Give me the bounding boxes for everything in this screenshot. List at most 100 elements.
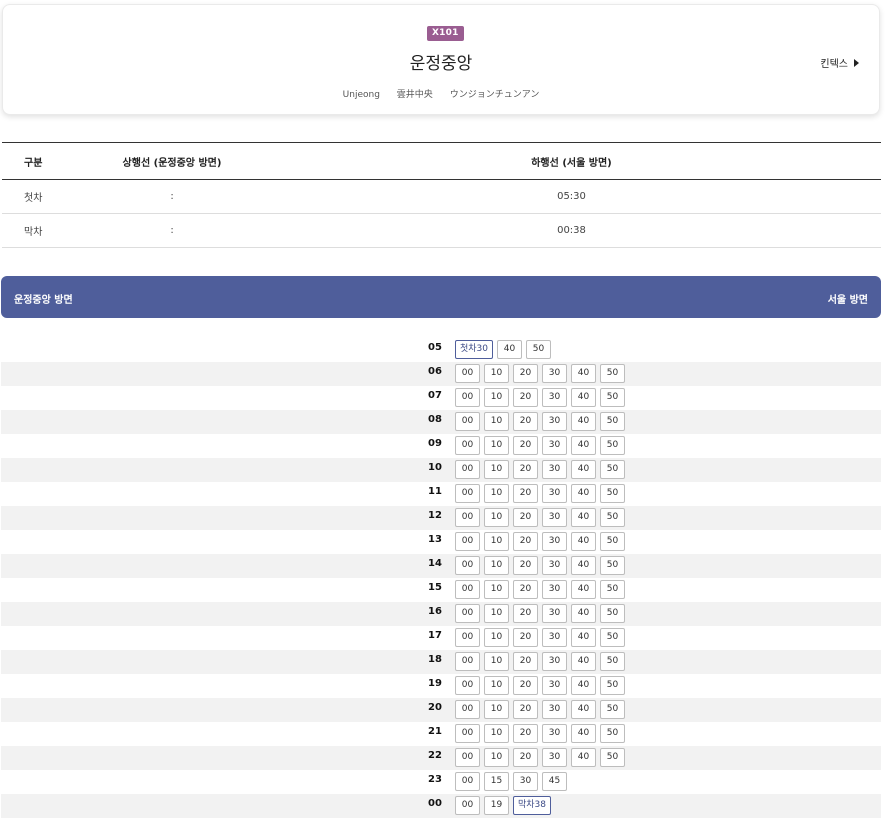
minute-box-special[interactable]: 막차38	[513, 796, 552, 815]
minute-box[interactable]: 40	[571, 532, 596, 551]
minute-box[interactable]: 50	[600, 580, 625, 599]
minute-box[interactable]: 10	[484, 508, 509, 527]
minute-box[interactable]: 20	[513, 556, 538, 575]
minute-box[interactable]: 40	[571, 580, 596, 599]
minute-box[interactable]: 30	[542, 556, 567, 575]
minute-box[interactable]: 10	[484, 748, 509, 767]
minute-box[interactable]: 00	[455, 436, 480, 455]
minute-box[interactable]: 50	[600, 484, 625, 503]
minute-box[interactable]: 50	[600, 652, 625, 671]
minute-box[interactable]: 40	[571, 652, 596, 671]
minute-box[interactable]: 50	[600, 460, 625, 479]
minute-box[interactable]: 00	[455, 772, 480, 791]
minute-box[interactable]: 50	[600, 724, 625, 743]
minute-box[interactable]: 40	[571, 628, 596, 647]
minute-box[interactable]: 30	[542, 604, 567, 623]
minute-box[interactable]: 20	[513, 580, 538, 599]
minute-box[interactable]: 20	[513, 460, 538, 479]
minute-box[interactable]: 50	[600, 388, 625, 407]
minute-box[interactable]: 20	[513, 388, 538, 407]
minute-box[interactable]: 20	[513, 508, 538, 527]
minute-box[interactable]: 00	[455, 604, 480, 623]
minute-box[interactable]: 10	[484, 532, 509, 551]
minute-box[interactable]: 10	[484, 484, 509, 503]
minute-box[interactable]: 20	[513, 364, 538, 383]
minute-box[interactable]: 30	[542, 628, 567, 647]
minute-box[interactable]: 00	[455, 484, 480, 503]
minute-box[interactable]: 40	[571, 508, 596, 527]
minute-box[interactable]: 30	[542, 460, 567, 479]
minute-box[interactable]: 30	[542, 676, 567, 695]
minute-box[interactable]: 10	[484, 436, 509, 455]
minute-box[interactable]: 00	[455, 532, 480, 551]
minute-box[interactable]: 00	[455, 460, 480, 479]
minute-box[interactable]: 20	[513, 676, 538, 695]
minute-box[interactable]: 50	[600, 532, 625, 551]
minute-box[interactable]: 30	[542, 724, 567, 743]
minute-box[interactable]: 10	[484, 604, 509, 623]
minute-box[interactable]: 10	[484, 460, 509, 479]
minute-box[interactable]: 50	[600, 700, 625, 719]
minute-box[interactable]: 50	[600, 676, 625, 695]
minute-box[interactable]: 50	[600, 412, 625, 431]
minute-box[interactable]: 10	[484, 556, 509, 575]
minute-box[interactable]: 40	[571, 388, 596, 407]
minute-box[interactable]: 40	[571, 724, 596, 743]
minute-box[interactable]: 19	[484, 796, 509, 815]
minute-box[interactable]: 30	[542, 508, 567, 527]
minute-box[interactable]: 30	[513, 772, 538, 791]
minute-box[interactable]: 00	[455, 388, 480, 407]
minute-box[interactable]: 10	[484, 700, 509, 719]
minute-box[interactable]: 30	[542, 748, 567, 767]
minute-box[interactable]: 40	[571, 676, 596, 695]
minute-box[interactable]: 20	[513, 532, 538, 551]
minute-box[interactable]: 40	[571, 412, 596, 431]
minute-box[interactable]: 40	[571, 604, 596, 623]
minute-box[interactable]: 50	[600, 508, 625, 527]
minute-box[interactable]: 10	[484, 676, 509, 695]
minute-box[interactable]: 40	[571, 700, 596, 719]
minute-box[interactable]: 40	[571, 460, 596, 479]
minute-box[interactable]: 30	[542, 652, 567, 671]
minute-box[interactable]: 30	[542, 364, 567, 383]
minute-box[interactable]: 50	[600, 604, 625, 623]
minute-box[interactable]: 20	[513, 724, 538, 743]
minute-box[interactable]: 10	[484, 412, 509, 431]
minute-box[interactable]: 10	[484, 580, 509, 599]
minute-box[interactable]: 20	[513, 700, 538, 719]
minute-box[interactable]: 10	[484, 652, 509, 671]
minute-box[interactable]: 00	[455, 412, 480, 431]
minute-box[interactable]: 20	[513, 628, 538, 647]
minute-box[interactable]: 00	[455, 580, 480, 599]
minute-box[interactable]: 30	[542, 700, 567, 719]
minute-box[interactable]: 30	[542, 388, 567, 407]
minute-box[interactable]: 40	[571, 436, 596, 455]
minute-box[interactable]: 10	[484, 388, 509, 407]
minute-box[interactable]: 00	[455, 628, 480, 647]
minute-box[interactable]: 00	[455, 652, 480, 671]
next-station-link[interactable]: 킨텍스	[820, 55, 859, 70]
minute-box[interactable]: 30	[542, 580, 567, 599]
minute-box[interactable]: 50	[600, 556, 625, 575]
minute-box[interactable]: 30	[542, 532, 567, 551]
minute-box[interactable]: 40	[571, 364, 596, 383]
minute-box[interactable]: 50	[600, 436, 625, 455]
minute-box[interactable]: 10	[484, 724, 509, 743]
minute-box[interactable]: 20	[513, 412, 538, 431]
minute-box[interactable]: 20	[513, 436, 538, 455]
minute-box[interactable]: 00	[455, 364, 480, 383]
minute-box[interactable]: 00	[455, 556, 480, 575]
minute-box[interactable]: 15	[484, 772, 509, 791]
minute-box[interactable]: 40	[497, 340, 523, 359]
minute-box[interactable]: 40	[571, 556, 596, 575]
minute-box[interactable]: 30	[542, 484, 567, 503]
minute-box-special[interactable]: 첫차30	[455, 340, 494, 359]
minute-box[interactable]: 10	[484, 628, 509, 647]
minute-box[interactable]: 00	[455, 724, 480, 743]
minute-box[interactable]: 30	[542, 436, 567, 455]
minute-box[interactable]: 00	[455, 700, 480, 719]
minute-box[interactable]: 00	[455, 508, 480, 527]
minute-box[interactable]: 40	[571, 748, 596, 767]
minute-box[interactable]: 00	[455, 796, 480, 815]
minute-box[interactable]: 20	[513, 652, 538, 671]
